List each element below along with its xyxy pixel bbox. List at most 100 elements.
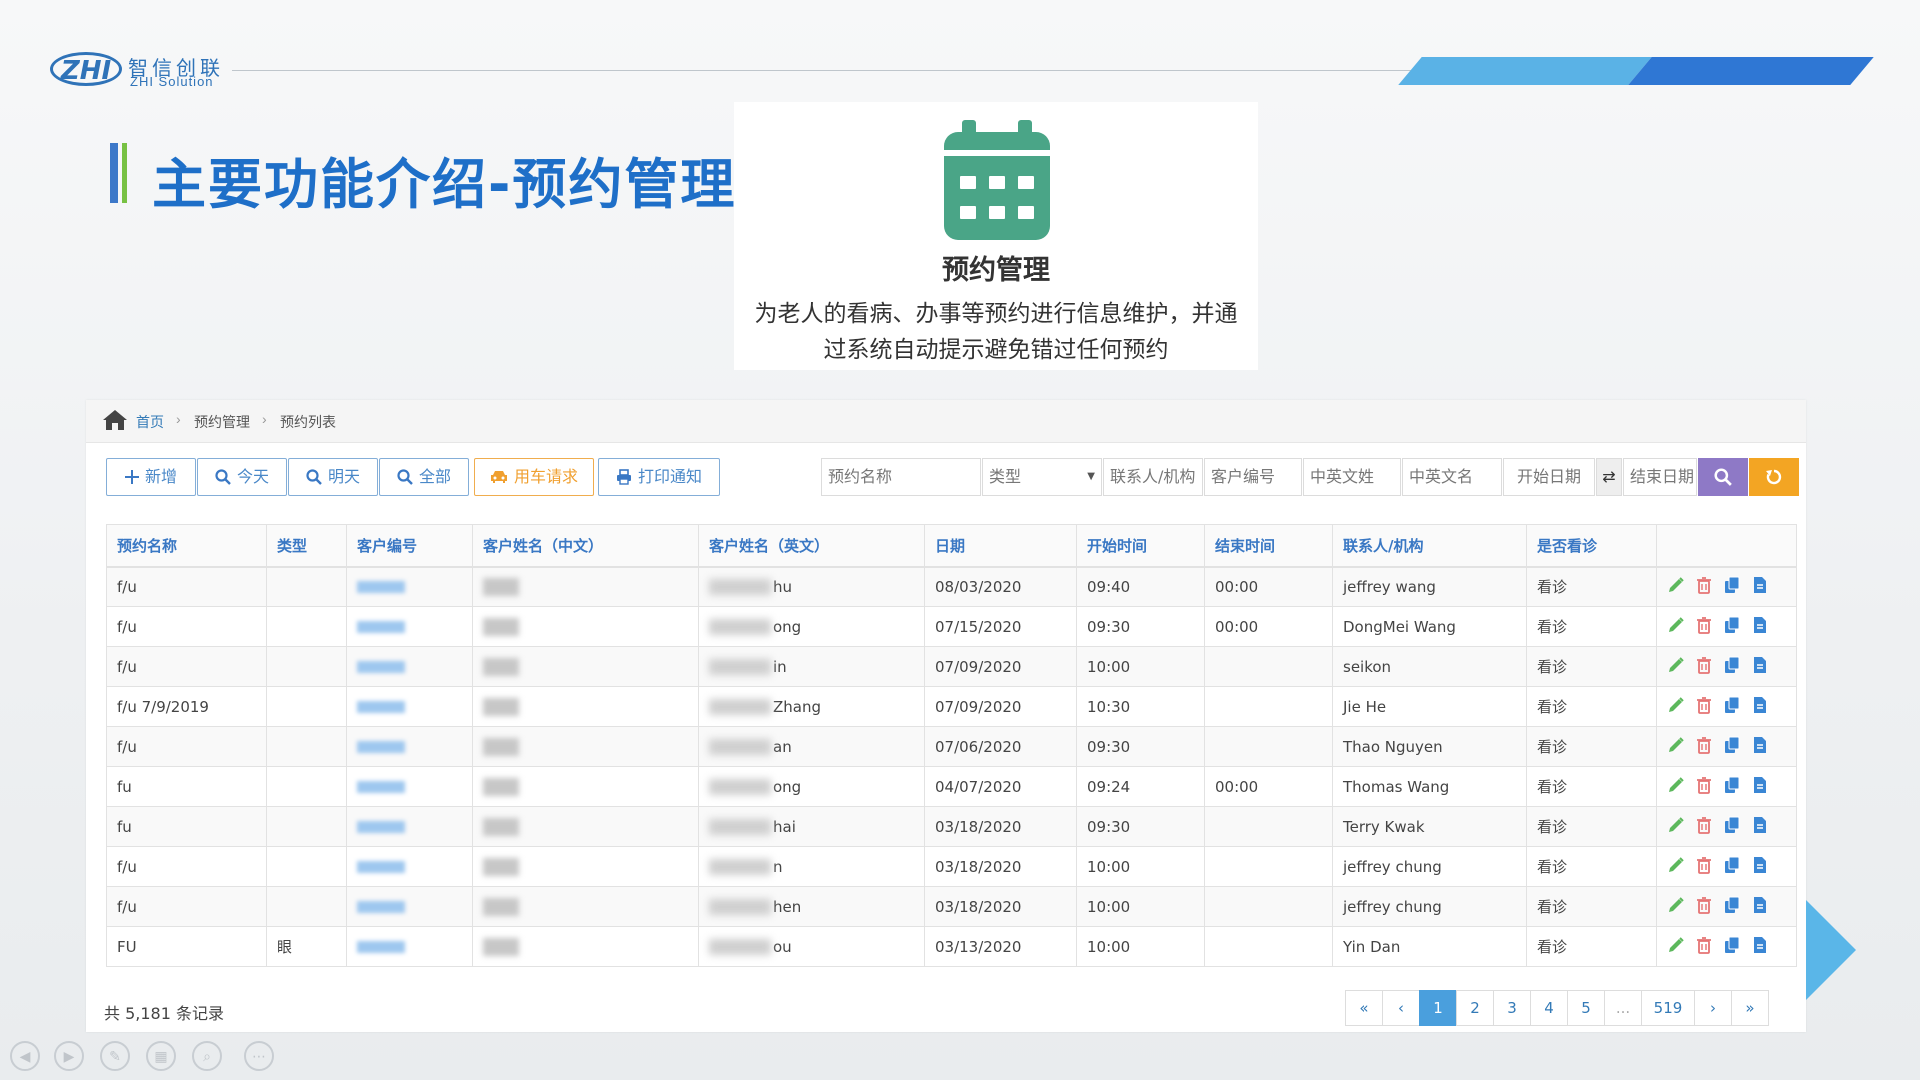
redacted-customer-number[interactable] (357, 781, 405, 793)
delete-icon[interactable] (1695, 696, 1713, 718)
edit-icon[interactable] (1667, 936, 1685, 958)
delete-icon[interactable] (1695, 816, 1713, 838)
edit-icon[interactable] (1667, 656, 1685, 678)
prev-page-icon[interactable]: ‹ (1382, 990, 1420, 1026)
table-row[interactable]: f/u hu 08/03/2020 09:40 00:00 jeffrey wang 看诊 (106, 566, 1797, 607)
appointment-name-input[interactable]: 预约名称 (821, 458, 981, 496)
document-icon[interactable] (1751, 776, 1769, 798)
table-row[interactable]: f/u an 07/06/2020 09:30 Thao Nguyen 看诊 (106, 726, 1797, 767)
start-date-input[interactable]: 开始日期 (1503, 458, 1595, 496)
customer-number-cell[interactable] (346, 606, 473, 647)
delete-icon[interactable] (1695, 896, 1713, 918)
page-519[interactable]: 519 (1641, 990, 1695, 1026)
document-icon[interactable] (1751, 896, 1769, 918)
page-2[interactable]: 2 (1456, 990, 1494, 1026)
copy-icon[interactable] (1723, 736, 1741, 758)
edit-icon[interactable] (1667, 736, 1685, 758)
redacted-customer-number[interactable] (357, 861, 405, 873)
document-icon[interactable] (1751, 616, 1769, 638)
customer-number-cell[interactable] (346, 886, 473, 927)
document-icon[interactable] (1751, 656, 1769, 678)
customer-number-cell[interactable] (346, 766, 473, 807)
car-request-button[interactable]: 用车请求 (474, 458, 594, 496)
delete-icon[interactable] (1695, 576, 1713, 598)
delete-icon[interactable] (1695, 616, 1713, 638)
copy-icon[interactable] (1723, 576, 1741, 598)
copy-icon[interactable] (1723, 696, 1741, 718)
table-row[interactable]: FU 眼 ou 03/13/2020 10:00 Yin Dan 看诊 (106, 926, 1797, 967)
edit-icon[interactable] (1667, 776, 1685, 798)
pagination[interactable]: «‹ 1 2 3 4 5... 519 ›» (1345, 990, 1769, 1026)
table-row[interactable]: f/u 7/9/2019 Zhang 07/09/2020 10:30 Jie He 看诊 (106, 686, 1797, 727)
document-icon[interactable] (1751, 576, 1769, 598)
table-row[interactable]: f/u in 07/09/2020 10:00 seikon 看诊 (106, 646, 1797, 687)
redacted-customer-number[interactable] (357, 581, 405, 594)
edit-icon[interactable] (1667, 896, 1685, 918)
today-button[interactable]: 今天 (197, 458, 287, 496)
page-3[interactable]: 3 (1493, 990, 1531, 1026)
pen-icon[interactable]: ✎ (100, 1041, 130, 1071)
copy-icon[interactable] (1723, 816, 1741, 838)
prev-slide-icon[interactable]: ◀ (10, 1041, 40, 1071)
edit-icon[interactable] (1667, 816, 1685, 838)
end-date-input[interactable]: 结束日期 (1623, 458, 1697, 496)
last-page-icon[interactable]: » (1731, 990, 1769, 1026)
customer-number-cell[interactable] (346, 726, 473, 767)
edit-icon[interactable] (1667, 856, 1685, 878)
delete-icon[interactable] (1695, 936, 1713, 958)
copy-icon[interactable] (1723, 776, 1741, 798)
page-5[interactable]: 5 (1567, 990, 1605, 1026)
cn-given-name-input[interactable]: 中英文名 (1402, 458, 1502, 496)
all-button[interactable]: 全部 (379, 458, 469, 496)
table-row[interactable]: fu hai 03/18/2020 09:30 Terry Kwak 看诊 (106, 806, 1797, 847)
table-row[interactable]: f/u hen 03/18/2020 10:00 jeffrey chung 看诊 (106, 886, 1797, 927)
redacted-customer-number[interactable] (357, 941, 405, 953)
document-icon[interactable] (1751, 816, 1769, 838)
copy-icon[interactable] (1723, 856, 1741, 878)
cn-surname-input[interactable]: 中英文姓 (1303, 458, 1401, 496)
customer-number-cell[interactable] (346, 566, 473, 607)
delete-icon[interactable] (1695, 656, 1713, 678)
edit-icon[interactable] (1667, 696, 1685, 718)
customer-number-cell[interactable] (346, 686, 473, 727)
customer-number-cell[interactable] (346, 926, 473, 967)
delete-icon[interactable] (1695, 776, 1713, 798)
document-icon[interactable] (1751, 696, 1769, 718)
page-1[interactable]: 1 (1419, 990, 1457, 1026)
more-icon[interactable]: ⋯ (244, 1041, 274, 1071)
delete-icon[interactable] (1695, 856, 1713, 878)
delete-icon[interactable] (1695, 736, 1713, 758)
table-row[interactable]: fu ong 04/07/2020 09:24 00:00 Thomas Wang 看诊 (106, 766, 1797, 807)
redacted-customer-number[interactable] (357, 901, 405, 913)
redacted-customer-number[interactable] (357, 701, 405, 713)
print-notice-button[interactable]: 打印通知 (598, 458, 720, 496)
home-icon[interactable] (102, 408, 128, 432)
copy-icon[interactable] (1723, 616, 1741, 638)
table-row[interactable]: f/u n 03/18/2020 10:00 jeffrey chung 看诊 (106, 846, 1797, 887)
tomorrow-button[interactable]: 明天 (288, 458, 378, 496)
copy-icon[interactable] (1723, 656, 1741, 678)
breadcrumb-appointment-management[interactable]: 预约管理 (194, 412, 250, 432)
document-icon[interactable] (1751, 736, 1769, 758)
redacted-customer-number[interactable] (357, 661, 405, 673)
redacted-customer-number[interactable] (357, 621, 405, 633)
next-page-icon[interactable]: › (1694, 990, 1732, 1026)
zoom-icon[interactable]: ⌕ (192, 1041, 222, 1071)
customer-number-cell[interactable] (346, 846, 473, 887)
document-icon[interactable] (1751, 856, 1769, 878)
contact-input[interactable]: 联系人/机构 (1103, 458, 1203, 496)
copy-icon[interactable] (1723, 936, 1741, 958)
edit-icon[interactable] (1667, 616, 1685, 638)
customer-number-input[interactable]: 客户编号 (1204, 458, 1302, 496)
redacted-customer-number[interactable] (357, 741, 405, 753)
customer-number-cell[interactable] (346, 806, 473, 847)
document-icon[interactable] (1751, 936, 1769, 958)
type-select[interactable]: 类型 ▼ (982, 458, 1102, 496)
table-row[interactable]: f/u ong 07/15/2020 09:30 00:00 DongMei Wang 看诊 (106, 606, 1797, 647)
slides-icon[interactable]: ▦ (146, 1041, 176, 1071)
search-button[interactable] (1698, 458, 1748, 496)
customer-number-cell[interactable] (346, 646, 473, 687)
edit-icon[interactable] (1667, 576, 1685, 598)
copy-icon[interactable] (1723, 896, 1741, 918)
page-4[interactable]: 4 (1530, 990, 1568, 1026)
